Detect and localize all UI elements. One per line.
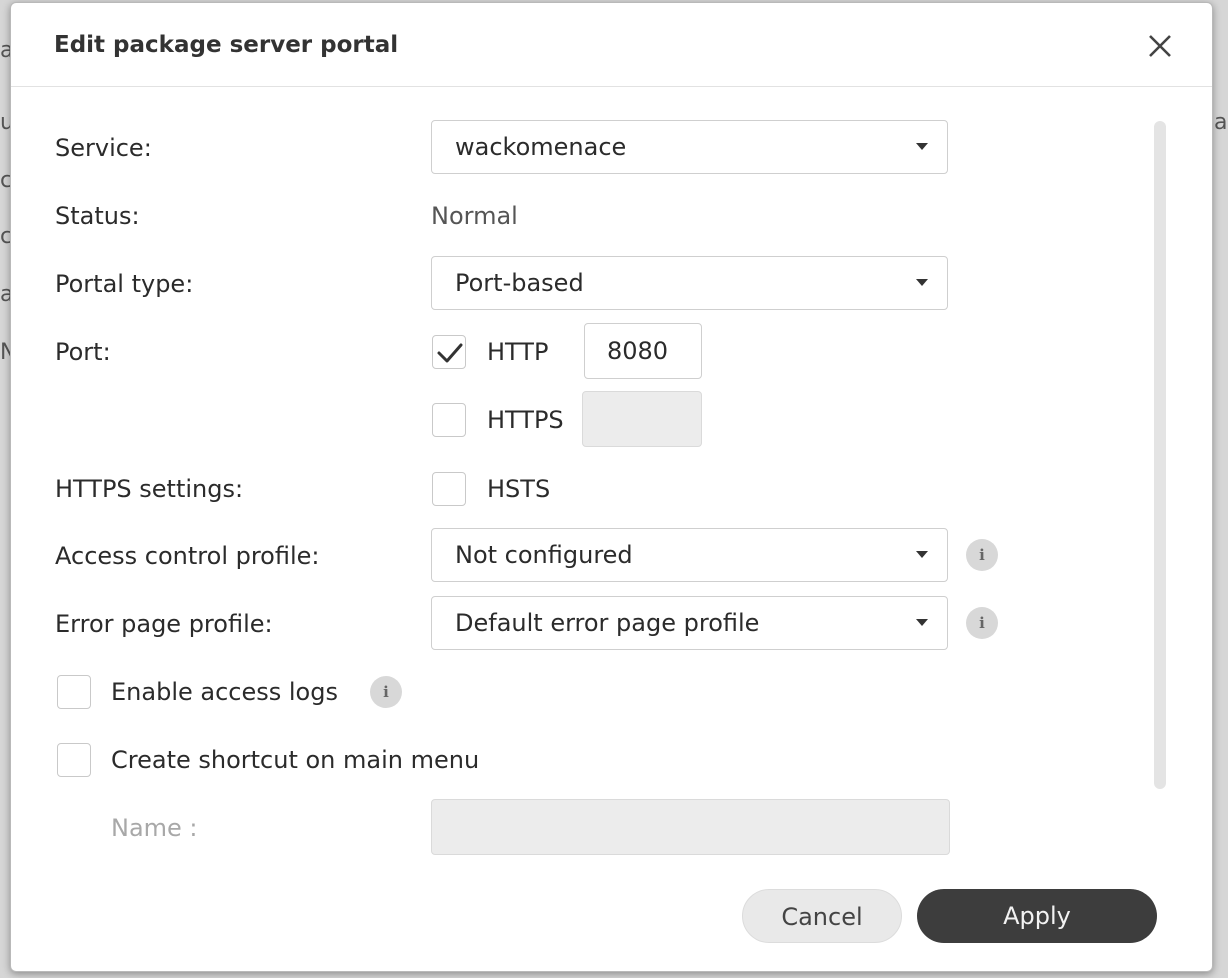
service-select[interactable]: wackomenace — [431, 120, 948, 174]
status-value: Normal — [431, 202, 518, 230]
port-label: Port: — [55, 338, 111, 366]
status-label: Status: — [55, 202, 140, 230]
error-page-profile-select[interactable]: Default error page profile — [431, 596, 948, 650]
background-text-fragment: a — [1214, 110, 1228, 135]
access-control-profile-value: Not configured — [455, 541, 633, 569]
http-checkbox[interactable] — [432, 335, 466, 369]
shortcut-name-input[interactable] — [431, 799, 950, 855]
https-settings-label: HTTPS settings: — [55, 475, 244, 503]
access-control-profile-select[interactable]: Not configured — [431, 528, 948, 582]
create-shortcut-checkbox[interactable] — [57, 743, 91, 777]
portal-type-select-value: Port-based — [455, 269, 584, 297]
access-control-profile-label: Access control profile: — [55, 542, 320, 570]
http-port-value: 8080 — [607, 337, 669, 365]
https-checkbox[interactable] — [432, 403, 466, 437]
enable-access-logs-checkbox[interactable] — [57, 675, 91, 709]
hsts-label: HSTS — [487, 475, 551, 503]
portal-type-label: Portal type: — [55, 270, 194, 298]
chevron-down-icon — [916, 619, 928, 626]
edit-portal-dialog: Edit package server portal Service: wack… — [10, 2, 1213, 972]
create-shortcut-label: Create shortcut on main menu — [111, 746, 480, 774]
close-icon[interactable] — [1147, 33, 1173, 59]
enable-access-logs-label: Enable access logs — [111, 678, 338, 706]
http-port-input[interactable]: 8080 — [584, 323, 702, 379]
chevron-down-icon — [916, 279, 928, 286]
https-label: HTTPS — [487, 406, 564, 434]
dialog-title: Edit package server portal — [54, 32, 399, 58]
chevron-down-icon — [916, 143, 928, 150]
apply-button[interactable]: Apply — [917, 889, 1157, 943]
error-page-profile-value: Default error page profile — [455, 609, 760, 637]
http-label: HTTP — [487, 338, 549, 366]
vertical-scrollbar[interactable] — [1154, 121, 1166, 789]
chevron-down-icon — [916, 551, 928, 558]
cancel-button[interactable]: Cancel — [742, 889, 902, 943]
portal-type-select[interactable]: Port-based — [431, 256, 948, 310]
https-port-input[interactable] — [582, 391, 702, 447]
checkmark-icon — [437, 343, 463, 363]
info-icon[interactable]: i — [966, 539, 998, 571]
info-icon[interactable]: i — [966, 607, 998, 639]
shortcut-name-label: Name : — [111, 814, 198, 842]
info-icon[interactable]: i — [370, 676, 402, 708]
service-select-value: wackomenace — [455, 133, 627, 161]
hsts-checkbox[interactable] — [432, 472, 466, 506]
service-label: Service: — [55, 134, 152, 162]
error-page-profile-label: Error page profile: — [55, 610, 273, 638]
dialog-titlebar: Edit package server portal — [11, 3, 1212, 87]
